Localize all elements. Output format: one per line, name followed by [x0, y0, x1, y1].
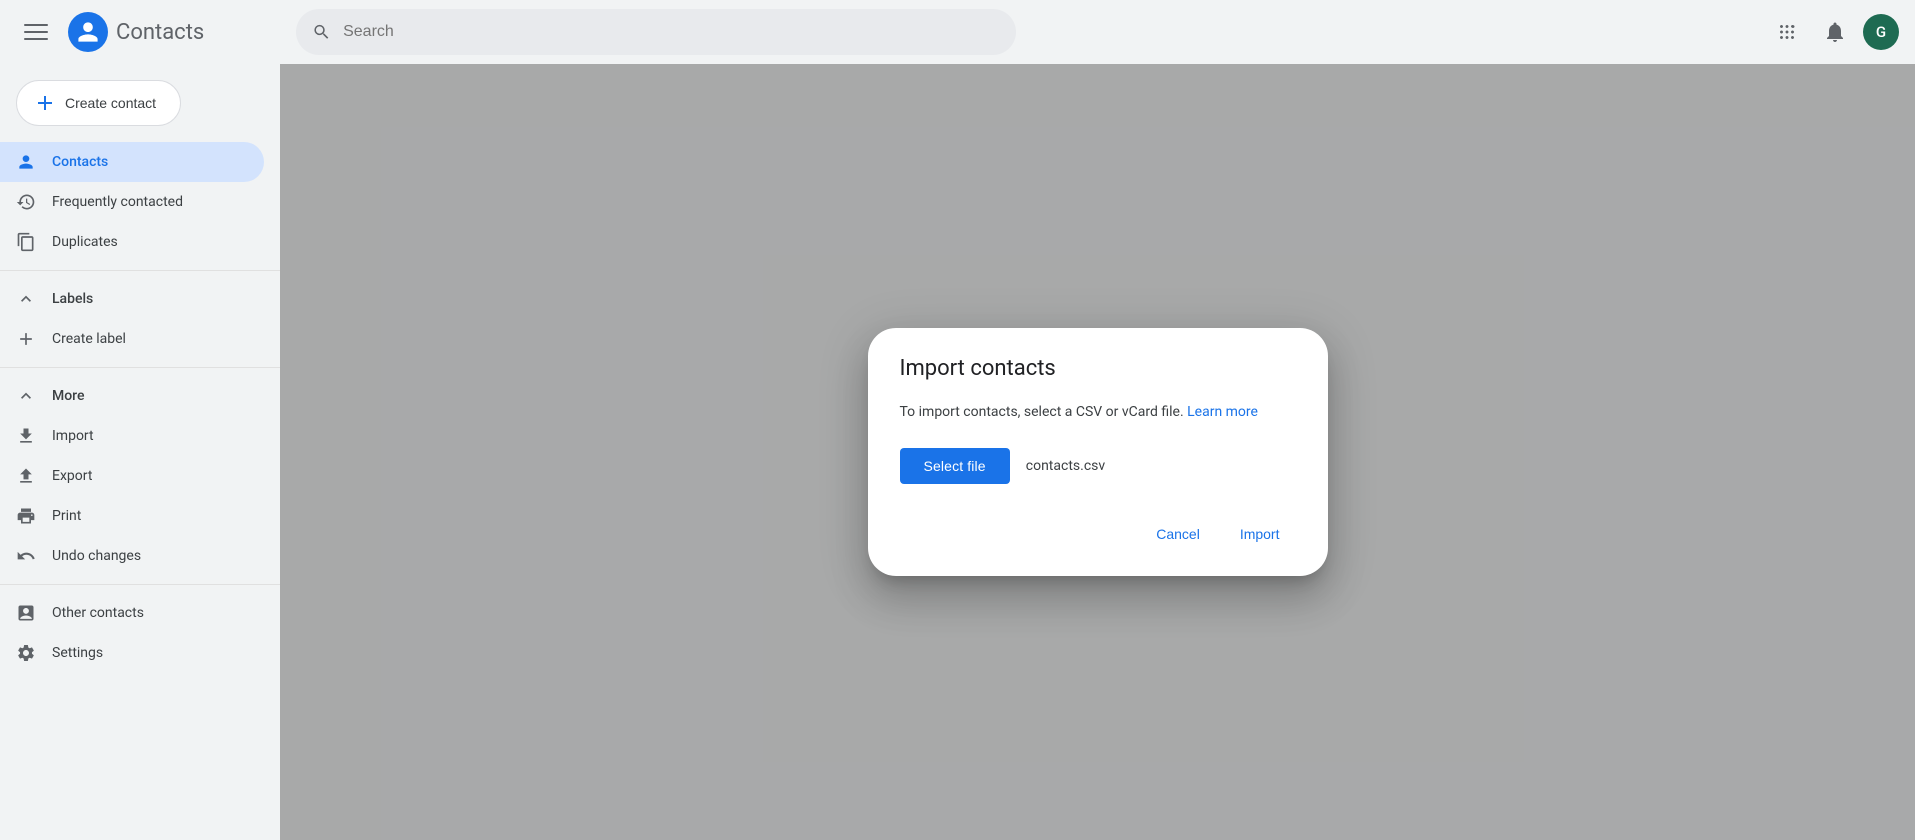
import-contacts-dialog: Import contacts To import contacts, sele… — [868, 328, 1328, 575]
learn-more-link[interactable]: Learn more — [1187, 404, 1258, 420]
export-label: Export — [52, 468, 92, 484]
sidebar-item-frequently-contacted[interactable]: Frequently contacted — [0, 182, 264, 222]
import-label: Import — [52, 428, 94, 444]
app-title: Contacts — [116, 20, 204, 45]
search-bar[interactable] — [296, 9, 1016, 55]
more-label: More — [52, 388, 85, 404]
search-input[interactable] — [343, 23, 1000, 41]
header-left: Contacts — [16, 12, 296, 52]
duplicates-label: Duplicates — [52, 234, 118, 250]
export-icon — [16, 466, 36, 486]
notifications-icon[interactable] — [1815, 12, 1855, 52]
apps-icon[interactable] — [1767, 12, 1807, 52]
modal-overlay[interactable]: Import contacts To import contacts, sele… — [280, 64, 1915, 840]
layout: Create contact Contacts Frequently conta… — [0, 64, 1915, 840]
menu-icon[interactable] — [16, 12, 56, 52]
frequently-contacted-label: Frequently contacted — [52, 194, 183, 210]
sidebar-item-other-contacts[interactable]: Other contacts — [0, 593, 264, 633]
import-icon — [16, 426, 36, 446]
settings-icon — [16, 643, 36, 663]
dialog-title: Import contacts — [900, 356, 1296, 381]
sidebar-item-contacts[interactable]: Contacts — [0, 142, 264, 182]
settings-label: Settings — [52, 645, 103, 661]
sidebar-item-undo-changes[interactable]: Undo changes — [0, 536, 264, 576]
add-icon — [16, 329, 36, 349]
divider-1 — [0, 270, 280, 271]
chevron-up-2-icon — [16, 386, 36, 406]
import-button[interactable]: Import — [1224, 516, 1296, 552]
undo-icon — [16, 546, 36, 566]
more-section-header[interactable]: More — [0, 376, 280, 416]
duplicates-icon — [16, 232, 36, 252]
create-contact-button[interactable]: Create contact — [16, 80, 181, 126]
search-icon — [312, 22, 331, 42]
main-content: Create contact Import contacts Import co… — [280, 64, 1915, 840]
header-right: G — [1767, 12, 1899, 52]
dialog-body: To import contacts, select a CSV or vCar… — [900, 401, 1296, 423]
user-avatar[interactable]: G — [1863, 14, 1899, 50]
sidebar-item-duplicates[interactable]: Duplicates — [0, 222, 264, 262]
sidebar: Create contact Contacts Frequently conta… — [0, 64, 280, 840]
create-label-text: Create label — [52, 331, 126, 347]
sidebar-item-settings[interactable]: Settings — [0, 633, 264, 673]
sidebar-item-create-label[interactable]: Create label — [0, 319, 264, 359]
sidebar-item-print[interactable]: Print — [0, 496, 264, 536]
user-initial: G — [1876, 23, 1886, 41]
labels-label: Labels — [52, 291, 93, 307]
divider-2 — [0, 367, 280, 368]
app-avatar — [68, 12, 108, 52]
select-file-button[interactable]: Select file — [900, 448, 1010, 484]
undo-changes-label: Undo changes — [52, 548, 141, 564]
app-logo: Contacts — [68, 12, 204, 52]
cancel-button[interactable]: Cancel — [1140, 516, 1216, 552]
contacts-label: Contacts — [52, 154, 108, 170]
labels-section-header[interactable]: Labels — [0, 279, 280, 319]
plus-icon — [33, 91, 57, 115]
chevron-up-icon — [16, 289, 36, 309]
create-contact-label: Create contact — [65, 95, 156, 111]
sidebar-item-export[interactable]: Export — [0, 456, 264, 496]
dialog-file-row: Select file contacts.csv — [900, 448, 1296, 484]
sidebar-item-import[interactable]: Import — [0, 416, 264, 456]
contacts-icon — [16, 152, 36, 172]
print-label: Print — [52, 508, 81, 524]
divider-3 — [0, 584, 280, 585]
dialog-actions: Cancel Import — [900, 516, 1296, 552]
print-icon — [16, 506, 36, 526]
other-contacts-label: Other contacts — [52, 605, 144, 621]
dialog-body-text: To import contacts, select a CSV or vCar… — [900, 404, 1184, 420]
history-icon — [16, 192, 36, 212]
header: Contacts G — [0, 0, 1915, 64]
other-contacts-icon — [16, 603, 36, 623]
file-name: contacts.csv — [1026, 458, 1105, 474]
